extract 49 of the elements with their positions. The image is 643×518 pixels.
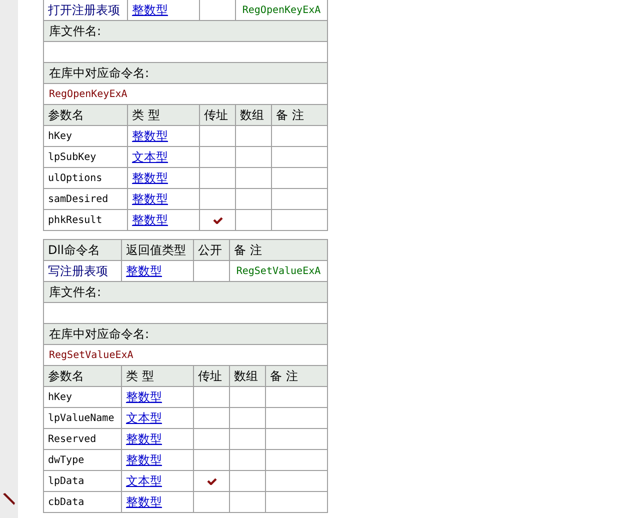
type-link[interactable]: 文本型 — [126, 472, 162, 490]
param-name: dwType — [48, 454, 84, 466]
type-link[interactable]: 文本型 — [132, 148, 168, 166]
param-name: ulOptions — [48, 172, 102, 184]
param-name: hKey — [48, 130, 72, 142]
param-name: cbData — [48, 496, 84, 508]
column-header: 备 注 — [270, 368, 298, 384]
param-name: lpSubKey — [48, 152, 96, 162]
mapped-name: RegSetValueExA — [49, 350, 134, 360]
param-name: Reserved — [48, 434, 96, 444]
type-link[interactable]: 整数型 — [132, 128, 168, 144]
type-link[interactable]: 整数型 — [126, 262, 162, 280]
column-header: 数组 — [234, 368, 258, 384]
mapped-name-label: 在库中对应命令名: — [49, 326, 150, 342]
type-link[interactable]: 文本型 — [126, 410, 162, 426]
remark-text: RegSetValueExA — [236, 266, 321, 276]
column-header: 传址 — [204, 106, 228, 124]
column-header: 数组 — [240, 106, 264, 124]
column-header: 备 注 — [234, 242, 262, 258]
param-name: phkResult — [48, 214, 102, 226]
column-header: Dll命令名 — [48, 242, 100, 258]
type-link[interactable]: 整数型 — [126, 388, 162, 406]
column-header: 备 注 — [276, 106, 304, 124]
remark-text: RegOpenKeyExA — [242, 4, 321, 16]
column-header: 参数名 — [48, 368, 84, 384]
column-header: 返回值类型 — [126, 242, 186, 258]
column-header: 类 型 — [132, 106, 160, 124]
type-link[interactable]: 整数型 — [132, 2, 168, 18]
type-link[interactable]: 整数型 — [132, 190, 168, 208]
column-header: 类 型 — [126, 368, 154, 384]
command-name: 打开注册表项 — [48, 2, 120, 18]
library-label: 库文件名: — [49, 284, 102, 300]
command-name: 写注册表项 — [48, 262, 108, 280]
mapped-name: RegOpenKeyExA — [49, 88, 128, 100]
type-link[interactable]: 整数型 — [126, 494, 162, 510]
mapped-name-label: 在库中对应命令名: — [49, 64, 150, 82]
param-name: lpData — [48, 476, 84, 486]
column-header: 公开 — [198, 242, 222, 258]
column-header: 参数名 — [48, 106, 84, 124]
type-link[interactable]: 整数型 — [132, 212, 168, 228]
param-name: lpValueName — [48, 412, 114, 424]
type-link[interactable]: 整数型 — [132, 170, 168, 186]
library-label: 库文件名: — [49, 22, 102, 40]
column-header: 传址 — [198, 368, 222, 384]
param-name: hKey — [48, 392, 72, 402]
param-name: samDesired — [48, 194, 108, 204]
pencil-icon — [2, 492, 16, 506]
type-link[interactable]: 整数型 — [126, 452, 162, 468]
type-link[interactable]: 整数型 — [126, 430, 162, 448]
